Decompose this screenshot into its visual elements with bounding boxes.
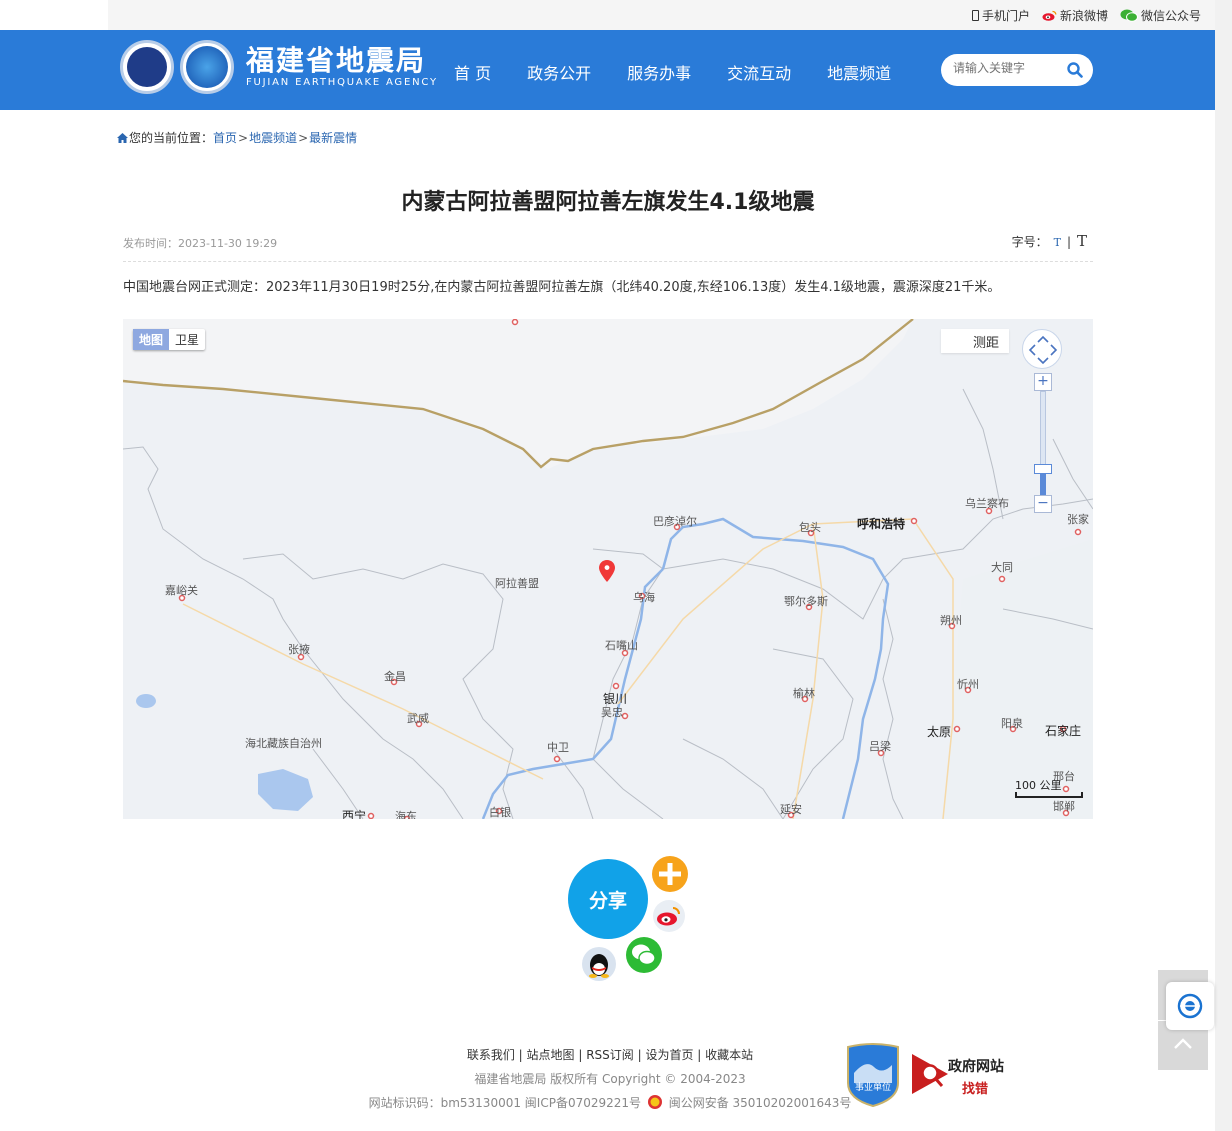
nav-gov-affairs[interactable]: 政务公开	[527, 60, 591, 84]
map-label-ulanqab: 乌兰察布	[965, 497, 1009, 510]
weibo-link[interactable]: 新浪微博	[1042, 7, 1108, 24]
site-footer: 联系我们 | 站点地图 | RSS订阅 | 设为首页 | 收藏本站 福建省地震局…	[340, 1043, 880, 1115]
map-label-jiayuguan: 嘉峪关	[165, 584, 198, 597]
map-scale: 100 公里	[1015, 777, 1083, 798]
map-label-baotou: 包头	[799, 521, 821, 534]
font-large-button[interactable]: T	[1077, 232, 1087, 250]
epicenter-map[interactable]: 巴彦淖尔 包头 呼和浩特 乌兰察布 张家 大同 阿拉善盟 乌海 鄂尔多斯 朔州 …	[123, 319, 1093, 819]
footer-links[interactable]: 联系我们 | 站点地图 | RSS订阅 | 设为首页 | 收藏本站	[340, 1043, 880, 1067]
share-button[interactable]: 分享	[568, 859, 648, 939]
national-emblem-icon	[120, 40, 174, 94]
map-type-satellite-button[interactable]: 卫星	[169, 329, 205, 350]
map-label-shizuishan: 石嘴山	[605, 639, 638, 652]
gov-site-error-report-badge[interactable]: 政府网站 找错	[910, 1052, 1010, 1098]
map-type-switch: 地图 卫星	[133, 329, 206, 350]
share-wechat-icon[interactable]	[625, 936, 663, 974]
site-logo[interactable]: 福建省地震局 FUJIAN EARTHQUAKE AGENCY	[120, 40, 438, 94]
map-label-wuhai: 乌海	[633, 591, 655, 604]
map-type-map-button[interactable]: 地图	[133, 329, 170, 350]
breadcrumb-earthquake-channel[interactable]: 地震频道	[249, 129, 297, 146]
footer-ids: 网站标识码：bm53130001 闽ICP备07029221号 闽公网安备 35…	[368, 1095, 852, 1110]
weibo-icon	[1042, 10, 1057, 21]
breadcrumb-home[interactable]: 首页	[213, 129, 237, 146]
map-label-haibei: 海北藏族自治州	[245, 737, 322, 750]
police-badge-icon	[647, 1095, 662, 1109]
zoom-in-button[interactable]: +	[1034, 373, 1052, 391]
font-small-button[interactable]: T	[1054, 236, 1061, 249]
site-name: 福建省地震局	[246, 44, 427, 77]
mobile-portal-link[interactable]: 手机门户	[971, 7, 1030, 24]
pan-arrows-icon	[1028, 335, 1058, 365]
epicenter-marker-icon[interactable]	[599, 560, 615, 582]
wechat-icon	[1120, 9, 1138, 22]
map-label-datong: 大同	[991, 561, 1013, 574]
map-label-hohhot: 呼和浩特	[857, 517, 906, 531]
article-body: 中国地震台网正式测定：2023年11月30日19时25分,在内蒙古阿拉善盟阿拉善…	[123, 280, 1001, 295]
back-to-top-icon[interactable]	[1173, 1036, 1193, 1050]
zoom-control: + −	[1034, 373, 1052, 513]
nav-earthquake-channel[interactable]: 地震频道	[827, 60, 891, 84]
map-label-baiyin: 白银	[489, 806, 511, 819]
publish-date: 发布时间：2023-11-30 19:29	[123, 237, 278, 250]
nav-interaction[interactable]: 交流互动	[727, 60, 791, 84]
map-label-yangquan: 阳泉	[1001, 717, 1023, 730]
public-institution-badge[interactable]: 事业单位	[846, 1043, 900, 1107]
search-input[interactable]	[953, 61, 1053, 75]
share-more-icon[interactable]	[651, 855, 689, 893]
map-label-yanan: 延安	[780, 803, 802, 816]
map-label-zhangjiakou: 张家	[1067, 513, 1089, 526]
map-label-xining: 西宁	[342, 809, 367, 819]
page-scrollbar[interactable]	[1215, 0, 1232, 1131]
home-icon	[117, 132, 128, 143]
site-header: 福建省地震局 FUJIAN EARTHQUAKE AGENCY 首 页 政务公开…	[0, 30, 1215, 110]
breadcrumb: 您的当前位置： 首页 > 地震频道 > 最新震情	[117, 129, 357, 146]
pan-control[interactable]	[1022, 329, 1062, 369]
map-label-bayannur: 巴彦淖尔	[653, 515, 697, 528]
map-label-shuozhou: 朔州	[940, 614, 962, 627]
map-label-wuzhong: 吴忠	[601, 706, 623, 719]
font-size-control: 字号： T | T	[1011, 232, 1087, 250]
map-label-zhongwei: 中卫	[547, 741, 569, 754]
search-box	[941, 54, 1093, 86]
map-label-alxa: 阿拉善盟	[495, 577, 539, 590]
share-weibo-icon[interactable]	[652, 899, 686, 933]
map-label-wuwei: 武威	[407, 712, 429, 725]
zoom-slider-handle[interactable]	[1034, 464, 1052, 474]
map-label-handan: 邯郸	[1053, 800, 1075, 813]
map-label-zhangye: 张掖	[288, 643, 310, 656]
search-icon[interactable]	[1067, 62, 1083, 78]
map-label-yulin: 榆林	[793, 687, 815, 700]
fjea-logo-icon	[180, 40, 234, 94]
zoom-out-button[interactable]: −	[1034, 495, 1052, 513]
breadcrumb-latest[interactable]: 最新震情	[309, 129, 357, 146]
article-meta: 发布时间：2023-11-30 19:29 字号： T | T	[123, 232, 1093, 262]
accessibility-icon	[1177, 993, 1203, 1019]
share-qq-icon[interactable]	[581, 946, 617, 982]
map-label-haidong: 海东	[395, 810, 417, 819]
wechat-link[interactable]: 微信公众号	[1120, 7, 1201, 24]
map-label-xinzhou: 忻州	[957, 678, 979, 691]
article-title: 内蒙古阿拉善盟阿拉善左旗发生4.1级地震	[401, 190, 815, 215]
map-label-shijiazhuang: 石家庄	[1045, 724, 1082, 738]
measure-distance-button[interactable]: 测距	[941, 329, 1009, 353]
site-name-en: FUJIAN EARTHQUAKE AGENCY	[246, 77, 438, 88]
main-nav: 首 页 政务公开 服务办事 交流互动 地震频道	[454, 60, 891, 84]
footer-copyright: 福建省地震局 版权所有 Copyright © 2004-2023	[474, 1072, 746, 1086]
svg-text:事业单位: 事业单位	[855, 1081, 891, 1093]
nav-home[interactable]: 首 页	[454, 60, 491, 84]
accessibility-widget[interactable]	[1166, 982, 1214, 1030]
map-label-taiyuan: 太原	[927, 725, 952, 739]
magnifier-report-icon	[912, 1054, 948, 1094]
top-utility-bar: 手机门户 新浪微博 微信公众号	[108, 0, 1215, 30]
phone-icon	[971, 10, 979, 21]
nav-services[interactable]: 服务办事	[627, 60, 691, 84]
map-label-jinchang: 金昌	[384, 670, 406, 683]
map-label-lvliang: 吕梁	[869, 740, 891, 753]
map-label-ordos: 鄂尔多斯	[784, 595, 828, 608]
